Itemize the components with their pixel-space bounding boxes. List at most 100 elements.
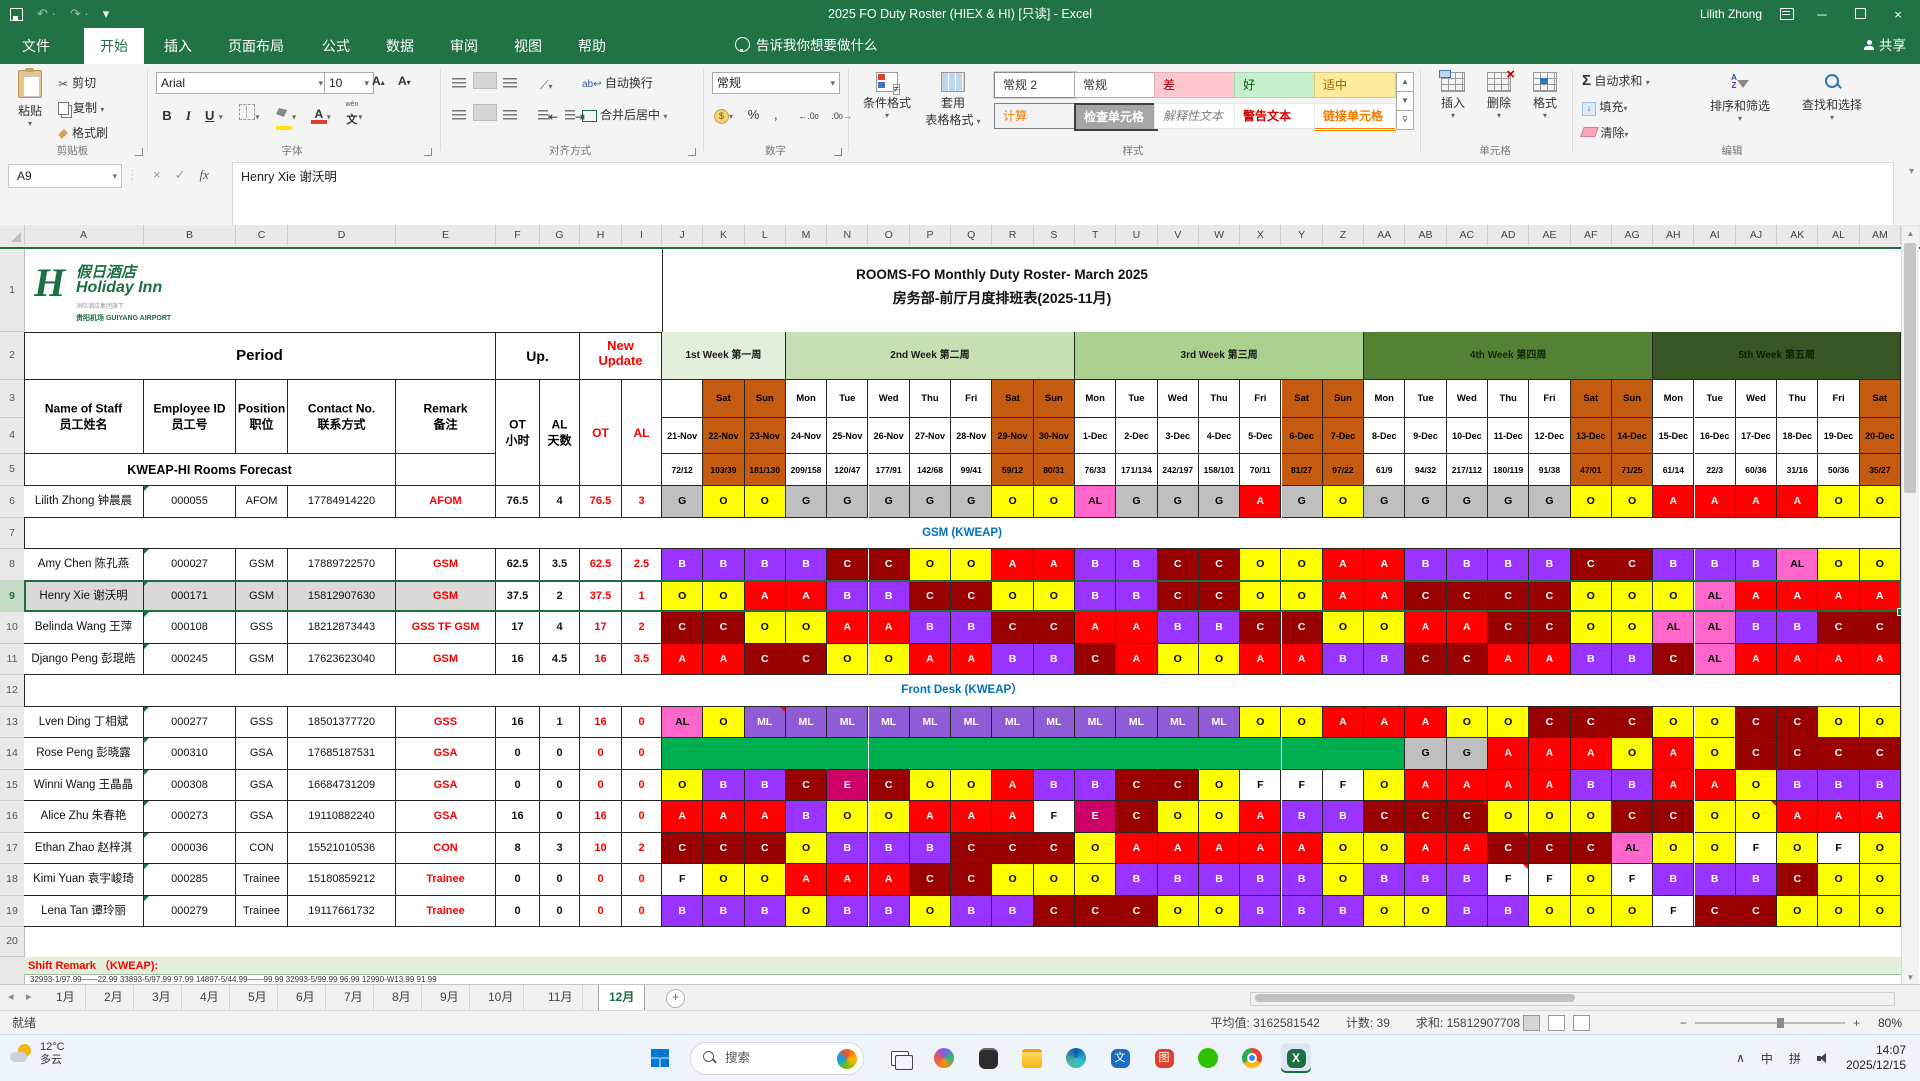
shift-cell[interactable]: G <box>951 486 993 518</box>
cell-style-差[interactable]: 差 <box>1154 72 1236 98</box>
shift-cell[interactable]: B <box>1653 549 1695 581</box>
shift-cell[interactable]: C <box>1033 612 1075 644</box>
shift-cell[interactable]: A <box>662 643 704 675</box>
shift-cell[interactable]: C <box>1157 580 1199 612</box>
shift-cell[interactable]: B <box>951 612 993 644</box>
date-cell[interactable]: 16-Dec <box>1694 418 1736 454</box>
shift-cell[interactable]: A <box>785 864 828 896</box>
zoom-slider[interactable] <box>1694 1018 1845 1028</box>
shift-cell[interactable]: F <box>1033 801 1075 833</box>
forecast-cell[interactable]: 171/134 <box>1116 454 1158 486</box>
shift-cell[interactable]: C <box>1446 580 1488 612</box>
staff-data-cell[interactable]: 19117661732 <box>288 895 396 927</box>
font-dialog-launcher[interactable] <box>424 148 432 156</box>
staff-data-cell[interactable]: GSA <box>396 738 496 770</box>
staff-data-cell[interactable]: 0 <box>580 738 622 770</box>
shift-cell[interactable]: O <box>1529 895 1571 927</box>
day-cell[interactable]: Wed <box>1157 380 1199 418</box>
shift-cell[interactable]: AL <box>1694 643 1736 675</box>
shift-cell[interactable]: ML <box>1033 706 1075 738</box>
cell-style-警告文本[interactable]: 警告文本 <box>1234 103 1316 129</box>
shift-cell[interactable]: O <box>1488 706 1530 738</box>
shift-cell[interactable]: A <box>1116 832 1158 864</box>
volume-icon[interactable] <box>1816 1053 1830 1063</box>
day-cell[interactable]: Wed <box>1735 380 1778 418</box>
shift-cell[interactable]: B <box>1281 895 1323 927</box>
percent-icon[interactable]: % <box>748 107 760 122</box>
shift-cell[interactable]: B <box>868 895 910 927</box>
column-header-AM[interactable]: AM <box>1860 225 1901 245</box>
forecast-cell[interactable]: 80/31 <box>1033 454 1075 486</box>
staff-data-cell[interactable]: Trainee <box>236 895 288 927</box>
font-color-button[interactable]: A <box>310 108 327 124</box>
accounting-format-icon[interactable]: $ <box>714 109 729 124</box>
shift-cell[interactable]: B <box>909 832 952 864</box>
shift-cell[interactable]: O <box>1859 832 1901 864</box>
shift-cell[interactable]: F <box>1488 864 1530 896</box>
shift-cell[interactable]: A <box>1240 801 1282 833</box>
shift-cell[interactable] <box>1075 738 1117 770</box>
shift-cell[interactable]: A <box>1488 643 1530 675</box>
shift-cell[interactable]: A <box>1240 486 1282 518</box>
staff-data-cell[interactable]: 2 <box>622 612 662 644</box>
shift-cell[interactable]: C <box>1611 801 1654 833</box>
format-painter-button[interactable]: 格式刷 <box>58 124 108 141</box>
shift-cell[interactable]: C <box>1364 801 1406 833</box>
shift-cell[interactable]: A <box>785 580 828 612</box>
row-header-2[interactable]: 2 <box>0 332 25 380</box>
shift-cell[interactable]: O <box>1694 706 1736 738</box>
shift-cell[interactable]: F <box>1735 832 1778 864</box>
shift-cell[interactable]: A <box>1653 738 1695 770</box>
page-break-view-icon[interactable] <box>1573 1015 1590 1031</box>
shift-cell[interactable]: O <box>1611 895 1654 927</box>
shift-cell[interactable]: C <box>992 832 1034 864</box>
ime-lang-indicator[interactable]: 中 <box>1761 1050 1773 1067</box>
shift-cell[interactable]: C <box>868 769 910 801</box>
shift-cell[interactable]: B <box>1735 612 1778 644</box>
staff-data-cell[interactable]: 15521010536 <box>288 832 396 864</box>
column-header-H[interactable]: H <box>580 225 622 245</box>
shift-cell[interactable]: A <box>992 801 1034 833</box>
staff-name-cell[interactable]: Lven Ding 丁相斌 <box>24 706 144 738</box>
date-cell[interactable]: 20-Dec <box>1859 418 1901 454</box>
row-header-8[interactable]: 8 <box>0 549 25 581</box>
shift-cell[interactable]: O <box>1364 769 1406 801</box>
shift-cell[interactable]: O <box>785 832 828 864</box>
staff-data-cell[interactable]: 76.5 <box>496 486 540 518</box>
shift-cell[interactable]: A <box>1859 643 1901 675</box>
shift-cell[interactable]: ML <box>1198 706 1241 738</box>
forecast-cell[interactable]: 60/36 <box>1735 454 1778 486</box>
shift-cell[interactable]: B <box>992 895 1034 927</box>
staff-name-cell[interactable]: Belinda Wang 王萍 <box>24 612 144 644</box>
shift-cell[interactable]: C <box>1653 801 1695 833</box>
shift-cell[interactable]: O <box>1859 895 1901 927</box>
shift-cell[interactable]: C <box>1818 612 1860 644</box>
ribbon-tab-视图[interactable]: 视图 <box>498 28 558 64</box>
shift-cell[interactable]: C <box>1653 643 1695 675</box>
column-header-V[interactable]: V <box>1158 225 1199 245</box>
shift-cell[interactable] <box>1157 738 1199 770</box>
column-header-O[interactable]: O <box>869 225 910 245</box>
shift-cell[interactable]: A <box>1735 486 1778 518</box>
sheet-tab-8月[interactable]: 8月 <box>382 985 422 1010</box>
shift-cell[interactable]: C <box>1611 706 1654 738</box>
shift-cell[interactable]: B <box>1033 643 1075 675</box>
shift-cell[interactable]: A <box>1694 486 1736 518</box>
shift-cell[interactable]: C <box>785 769 828 801</box>
shift-cell[interactable]: B <box>1116 864 1158 896</box>
cut-button[interactable]: ✂ 剪切 <box>58 74 96 91</box>
day-cell[interactable]: Tue <box>1405 380 1447 418</box>
staff-data-cell[interactable]: GSA <box>236 801 288 833</box>
find-select-button[interactable]: 查找和选择 ▾ <box>1790 74 1874 122</box>
staff-data-cell[interactable]: 17 <box>496 612 540 644</box>
shift-cell[interactable]: C <box>703 832 745 864</box>
shift-cell[interactable]: O <box>1322 486 1365 518</box>
shift-cell[interactable]: C <box>785 643 828 675</box>
shift-cell[interactable]: O <box>744 486 786 518</box>
grow-font-button[interactable]: A▴ <box>372 74 385 88</box>
forecast-cell[interactable]: 70/11 <box>1240 454 1282 486</box>
shift-cell[interactable]: A <box>1818 580 1860 612</box>
cell-style-计算[interactable]: 计算 <box>994 103 1076 129</box>
shift-cell[interactable]: O <box>1653 706 1695 738</box>
shift-cell[interactable]: O <box>703 706 745 738</box>
